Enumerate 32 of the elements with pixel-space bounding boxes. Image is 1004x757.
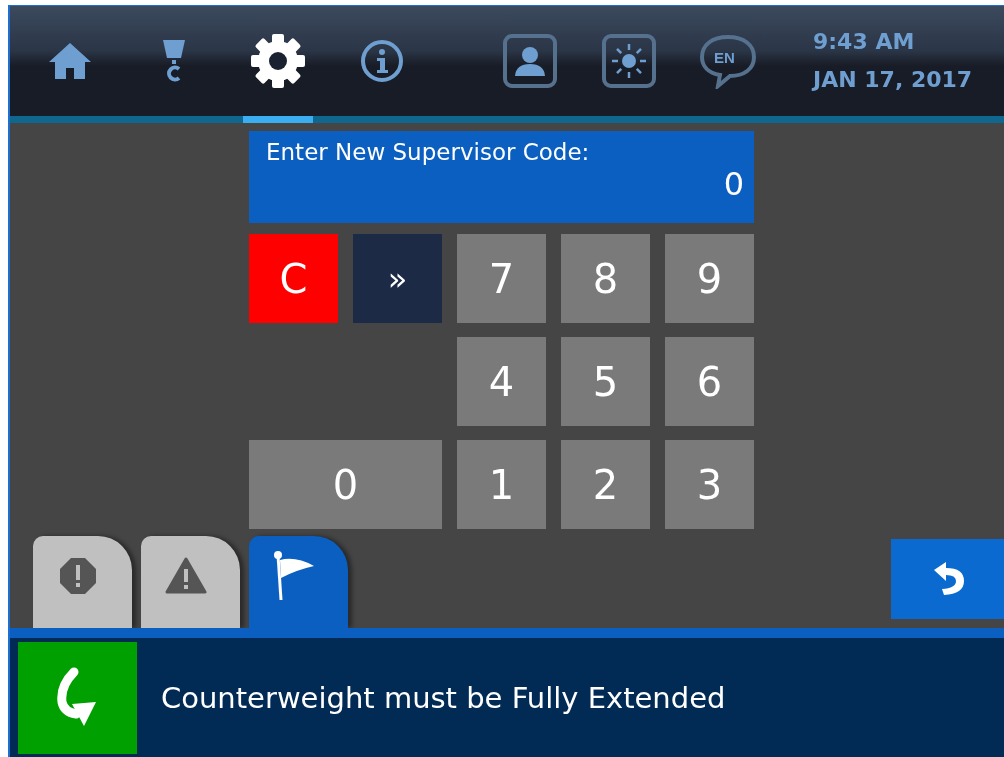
digit-key[interactable]: 7	[457, 234, 546, 323]
settings-icon	[249, 32, 307, 90]
digit-key[interactable]: 9	[665, 234, 754, 323]
warning-icon	[164, 557, 207, 595]
stop-alert-icon	[57, 556, 98, 596]
date-text: JAN 17, 2017	[813, 66, 973, 94]
clear-key[interactable]: C	[249, 234, 338, 323]
digit-key[interactable]: 8	[561, 234, 650, 323]
notice-tab[interactable]	[249, 536, 348, 628]
time-text: 9:43 AM	[813, 28, 916, 56]
brightness-icon	[601, 33, 657, 89]
back-button[interactable]	[891, 539, 1004, 619]
person-icon	[502, 33, 558, 89]
digit-key[interactable]: 0	[249, 440, 442, 529]
prompt-text: Enter New Supervisor Code:	[266, 139, 591, 165]
digit-key[interactable]: 1	[457, 440, 546, 529]
speech-bubble-icon	[698, 33, 758, 89]
info-icon	[360, 39, 404, 83]
message-text: Counterweight must be Fully Extended	[161, 681, 726, 715]
digit-key[interactable]: 2	[561, 440, 650, 529]
next-key[interactable]: »	[353, 234, 442, 323]
digit-key[interactable]: 5	[561, 337, 650, 426]
warning-tab[interactable]	[141, 536, 240, 628]
digit-key[interactable]: 3	[665, 440, 754, 529]
flag-icon	[271, 550, 316, 602]
digit-key[interactable]: 4	[457, 337, 546, 426]
fault-tab[interactable]	[33, 536, 132, 628]
home-icon	[47, 41, 93, 81]
digit-key[interactable]: 6	[665, 337, 754, 426]
code-value: 0	[723, 165, 744, 203]
hook-icon	[160, 38, 188, 84]
language-button[interactable]: EN	[693, 6, 763, 116]
